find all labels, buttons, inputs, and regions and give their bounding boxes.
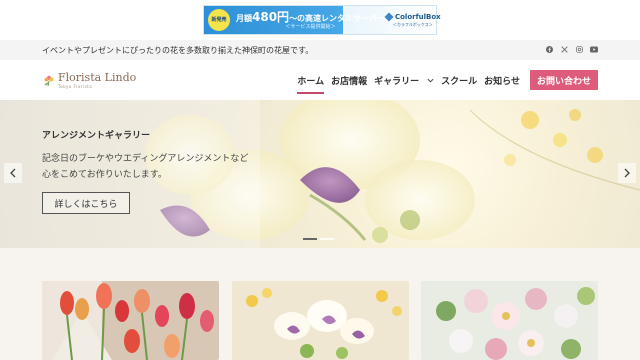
orchid-arrangement-image xyxy=(231,281,409,360)
gallery-cards xyxy=(0,248,640,360)
hero-line-1: 記念日のブーケやウエディングアレンジメントなど xyxy=(42,154,249,164)
chevron-left-icon xyxy=(10,168,16,178)
gallery-card-mixed[interactable] xyxy=(421,281,598,360)
ad-brand-sub: ＜カラフルボックス＞ xyxy=(392,22,433,27)
flower-logo-icon xyxy=(44,75,54,87)
nav-gallery-label: ギャラリー xyxy=(374,76,420,87)
nav-news[interactable]: お知らせ xyxy=(484,68,520,92)
ad-title-prefix: 月額 xyxy=(236,13,252,23)
ad-title-suffix: 〜の高速レンタルサーバー xyxy=(289,13,385,23)
ad-badge: 新発売 xyxy=(208,9,230,31)
chevron-right-icon xyxy=(624,168,630,178)
ad-brand-name: ColorfulBox xyxy=(394,12,441,21)
hero-slider: アレンジメントギャラリー 記念日のブーケやウエディングアレンジメントなど 心をこ… xyxy=(0,100,640,248)
top-info-bar: イベントやプレゼントにぴったりの花を多数取り揃えた神保町の花屋です。 xyxy=(0,40,640,60)
colorfulbox-logo-icon xyxy=(384,12,394,22)
slider-prev-button[interactable] xyxy=(4,163,22,183)
chevron-down-icon[interactable] xyxy=(427,76,434,85)
hero-details-button[interactable]: 詳しくはこちら xyxy=(42,192,130,214)
site-tagline: イベントやプレゼントにぴったりの花を多数取り揃えた神保町の花屋です。 xyxy=(42,45,314,55)
slider-pagination xyxy=(303,238,334,240)
contact-button[interactable]: お問い合わせ xyxy=(529,70,598,90)
x-icon[interactable] xyxy=(560,45,568,55)
ad-sub: ＜サービス提供開始＞ xyxy=(285,23,336,30)
gallery-card-tulips[interactable] xyxy=(42,281,219,360)
logo-name: Florista Lindo xyxy=(58,70,137,84)
logo-sub: Tokyo Florista xyxy=(58,83,93,89)
ad-banner[interactable]: 新発売 月額480円〜の高速レンタルサーバー ＜サービス提供開始＞ Colorf… xyxy=(203,5,441,35)
slider-dot[interactable] xyxy=(320,238,334,240)
ad-title: 月額480円〜の高速レンタルサーバー xyxy=(236,11,385,23)
nav-gallery[interactable]: ギャラリー xyxy=(374,68,434,92)
main-nav: ホーム お店情報 ギャラリー スクール お知らせ お問い合わせ xyxy=(290,68,598,94)
instagram-icon[interactable] xyxy=(575,45,583,55)
hero-line-2: 心をこめてお作りいたします。 xyxy=(42,170,167,180)
nav-home[interactable]: ホーム xyxy=(297,68,324,94)
ad-brand: ColorfulBox xyxy=(384,12,441,22)
hero-text: アレンジメントギャラリー 記念日のブーケやウエディングアレンジメントなど 心をこ… xyxy=(42,128,248,214)
mixed-bouquet-image xyxy=(421,281,598,360)
social-links xyxy=(545,45,598,55)
ad-right: ColorfulBox ＜カラフルボックス＞ xyxy=(384,6,441,34)
nav-school[interactable]: スクール xyxy=(441,68,477,92)
site-header: Florista Lindo Tokyo Florista ホーム お店情報 ギ… xyxy=(0,60,640,100)
ad-left: 新発売 月額480円〜の高速レンタルサーバー ＜サービス提供開始＞ xyxy=(204,6,385,34)
slider-next-button[interactable] xyxy=(618,163,636,183)
nav-shop-info[interactable]: お店情報 xyxy=(331,68,367,92)
ad-title-price: 480円 xyxy=(252,9,290,24)
site-logo[interactable]: Florista Lindo Tokyo Florista xyxy=(42,72,136,89)
tulip-bouquet-image xyxy=(42,281,219,360)
facebook-icon[interactable] xyxy=(545,45,553,55)
gallery-card-orchids[interactable] xyxy=(231,281,409,360)
slider-dot[interactable] xyxy=(303,238,317,240)
youtube-icon[interactable] xyxy=(590,46,598,55)
hero-title: アレンジメントギャラリー xyxy=(42,131,151,141)
ad-banner-area: 新発売 月額480円〜の高速レンタルサーバー ＜サービス提供開始＞ Colorf… xyxy=(0,0,640,40)
